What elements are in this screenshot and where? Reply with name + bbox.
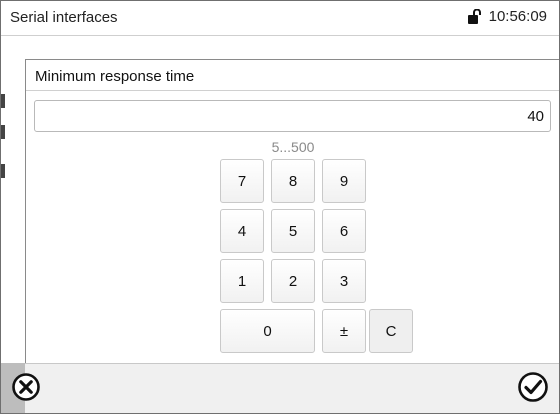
confirm-check-icon xyxy=(517,371,549,408)
confirm-button[interactable] xyxy=(515,371,551,407)
dialog-footer xyxy=(12,363,559,413)
cancel-button[interactable] xyxy=(8,371,44,407)
numeric-entry-dialog: Minimum response time 40 5...500 7 8 9 4… xyxy=(25,59,559,413)
screen: Serial interfaces 10:56:09 Minimum respo… xyxy=(0,0,560,414)
status-clock: 10:56:09 xyxy=(467,8,547,25)
cancel-circle-x-icon xyxy=(11,372,41,407)
value-input-field[interactable]: 40 xyxy=(34,100,551,132)
top-bar: Serial interfaces 10:56:09 xyxy=(1,1,559,36)
key-7[interactable]: 7 xyxy=(220,159,264,203)
key-9[interactable]: 9 xyxy=(322,159,366,203)
time-readout: 10:56:09 xyxy=(488,8,547,25)
value-text: 40 xyxy=(527,108,544,125)
key-clear[interactable]: C xyxy=(369,309,413,353)
lock-icon xyxy=(467,8,485,25)
key-4[interactable]: 4 xyxy=(220,209,264,253)
key-2[interactable]: 2 xyxy=(271,259,315,303)
key-0[interactable]: 0 xyxy=(220,309,315,353)
key-3[interactable]: 3 xyxy=(322,259,366,303)
key-plus-minus[interactable]: ± xyxy=(322,309,366,353)
dialog-title: Minimum response time xyxy=(35,68,195,85)
divider xyxy=(26,90,559,91)
page-title: Serial interfaces xyxy=(10,9,118,26)
key-8[interactable]: 8 xyxy=(271,159,315,203)
key-5[interactable]: 5 xyxy=(271,209,315,253)
key-1[interactable]: 1 xyxy=(220,259,264,303)
range-hint: 5...500 xyxy=(271,139,315,155)
key-6[interactable]: 6 xyxy=(322,209,366,253)
